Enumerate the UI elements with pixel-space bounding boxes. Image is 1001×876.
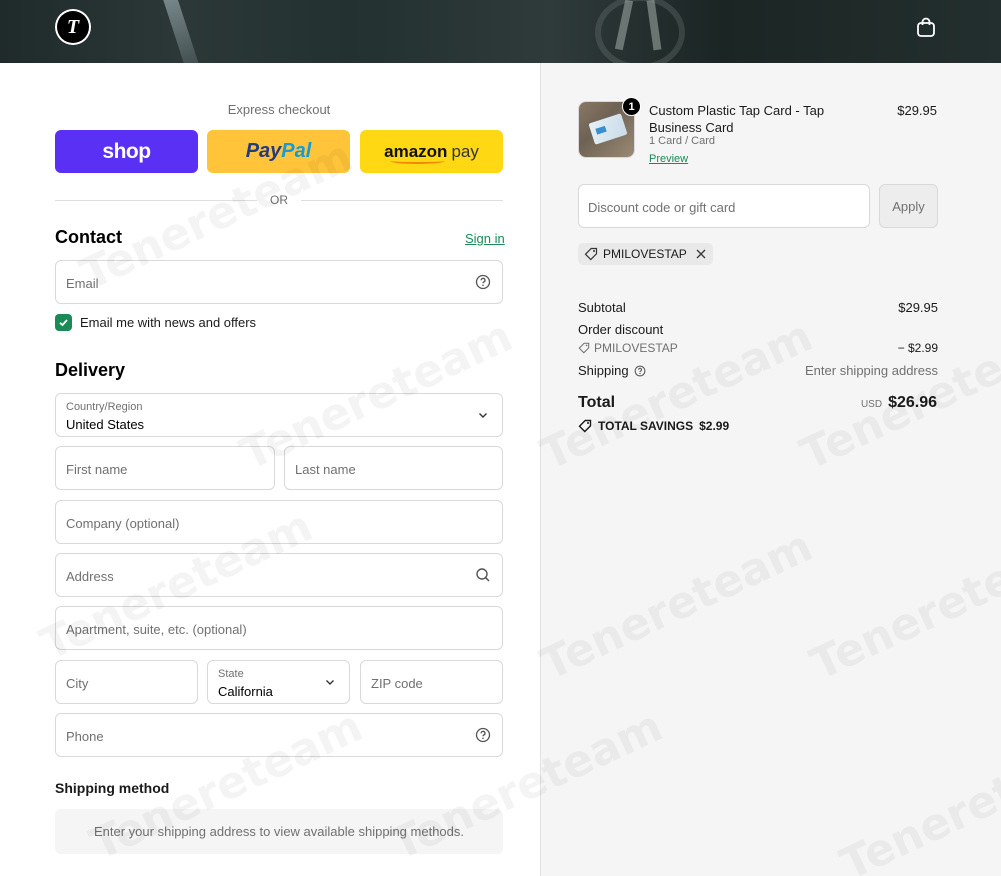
country-select[interactable]: Country/Region United States [55,393,503,437]
applied-discount-chip: PMILOVESTAP [578,243,713,265]
address-field[interactable]: Address [55,553,503,597]
checkout-header: T [0,0,1001,63]
first-name-field[interactable]: First name [55,446,275,490]
phone-placeholder: Phone [66,729,104,744]
amazon-label: amazon [384,141,448,164]
or-divider: OR [55,191,503,209]
first-name-placeholder: First name [66,462,128,477]
shop-pay-button[interactable]: shop [55,130,198,173]
zip-placeholder: ZIP code [371,676,423,691]
discount-value: − $2.99 [897,341,938,355]
tag-icon [584,247,598,261]
state-label: State [218,668,244,680]
email-placeholder: Email [66,276,99,291]
discount-placeholder: Discount code or gift card [588,200,736,215]
savings-label: TOTAL SAVINGS [598,419,694,433]
shipping-method-notice: Enter your shipping address to view avai… [55,809,503,854]
company-field[interactable]: Company (optional) [55,500,503,544]
header-background-decoration [161,0,203,63]
order-discount-row: Order discount [578,322,938,337]
help-circle-icon[interactable] [475,274,491,290]
last-name-field[interactable]: Last name [284,446,503,490]
paypal-button[interactable]: Pay Pal [207,130,350,173]
country-value: United States [66,417,145,432]
chevron-down-icon [326,680,334,685]
product-name: Custom Plastic Tap Card - Tap Business C… [649,103,825,135]
chevron-down-icon [479,413,487,418]
zip-field[interactable]: ZIP code [360,660,503,704]
newsletter-checkbox[interactable] [55,313,72,331]
product-price: $29.95 [897,103,937,118]
product-variant: 1 Card / Card [649,135,716,147]
email-field[interactable]: Email [55,260,503,304]
amazon-pay-label: pay [451,141,479,161]
contact-heading: Contact [55,227,122,247]
subtotal-label: Subtotal [578,300,626,315]
city-placeholder: City [66,676,89,691]
apply-discount-button[interactable]: Apply [879,184,938,228]
express-checkout-title: Express checkout [227,102,331,117]
divider-line [301,200,503,201]
help-circle-icon[interactable] [634,365,646,377]
store-logo-glyph: T [57,11,89,43]
shipping-row: Shipping Enter shipping address [578,363,938,378]
state-select[interactable]: State California [207,660,350,704]
paypal-label-part1: Pay [245,140,282,162]
city-field[interactable]: City [55,660,198,704]
checkout-form-column: Express checkout shop Pay Pal amazon pay O… [0,63,540,876]
sign-in-link[interactable]: Sign in [465,231,505,246]
total-savings: TOTAL SAVINGS $2.99 [578,419,729,433]
shipping-method-message: Enter your shipping address to view avai… [94,824,464,839]
subtotal-value: $29.95 [898,300,938,315]
address-placeholder: Address [66,569,114,584]
delivery-heading: Delivery [55,360,126,380]
total-amount: USD $26.96 [861,394,937,412]
total-label: Total [578,394,616,411]
order-summary-column: 1 Custom Plastic Tap Card - Tap Business… [540,63,1001,876]
search-icon [476,568,490,582]
shop-pay-label: shop [102,139,151,163]
order-discount-label: Order discount [578,322,664,337]
total-currency: USD [860,399,883,410]
apply-label: Apply [892,198,925,214]
country-label: Country/Region [66,401,143,413]
apartment-placeholder: Apartment, suite, etc. (optional) [66,622,247,637]
last-name-placeholder: Last name [295,462,356,477]
discount-code-row: PMILOVESTAP − $2.99 [578,341,938,355]
discount-code-field[interactable]: Discount code or gift card [578,184,870,228]
savings-value: $2.99 [699,419,730,433]
discount-code-sub: PMILOVESTAP [578,341,938,355]
total-value: $26.96 [888,394,937,411]
newsletter-label: Email me with news and offers [80,314,257,330]
product-preview-link[interactable]: Preview [649,153,688,165]
store-logo[interactable]: T [55,9,91,45]
shipping-value: Enter shipping address [805,363,938,378]
shopping-bag-icon[interactable] [915,16,937,38]
product-image-card [588,113,628,145]
remove-discount-icon[interactable] [695,248,707,260]
tag-icon [578,419,592,433]
state-value: California [218,684,273,699]
checkmark-icon [59,318,68,326]
help-circle-icon[interactable] [475,727,491,743]
amazon-pay-button[interactable]: amazon pay [360,130,503,173]
shipping-label: Shipping [578,363,629,378]
tag-icon [578,342,590,354]
applied-code-label: PMILOVESTAP [603,247,687,261]
subtotal-row: Subtotal $29.95 [578,300,938,315]
company-placeholder: Company (optional) [66,516,180,531]
quantity-badge: 1 [622,97,641,116]
paypal-label-part2: Pal [281,140,312,162]
phone-field[interactable]: Phone [55,713,503,757]
newsletter-checkbox-row[interactable]: Email me with news and offers [55,313,256,331]
apartment-field[interactable]: Apartment, suite, etc. (optional) [55,606,503,650]
header-background-decoration [595,0,685,63]
shipping-method-heading: Shipping method [55,780,170,796]
discount-code-name: PMILOVESTAP [594,341,678,355]
